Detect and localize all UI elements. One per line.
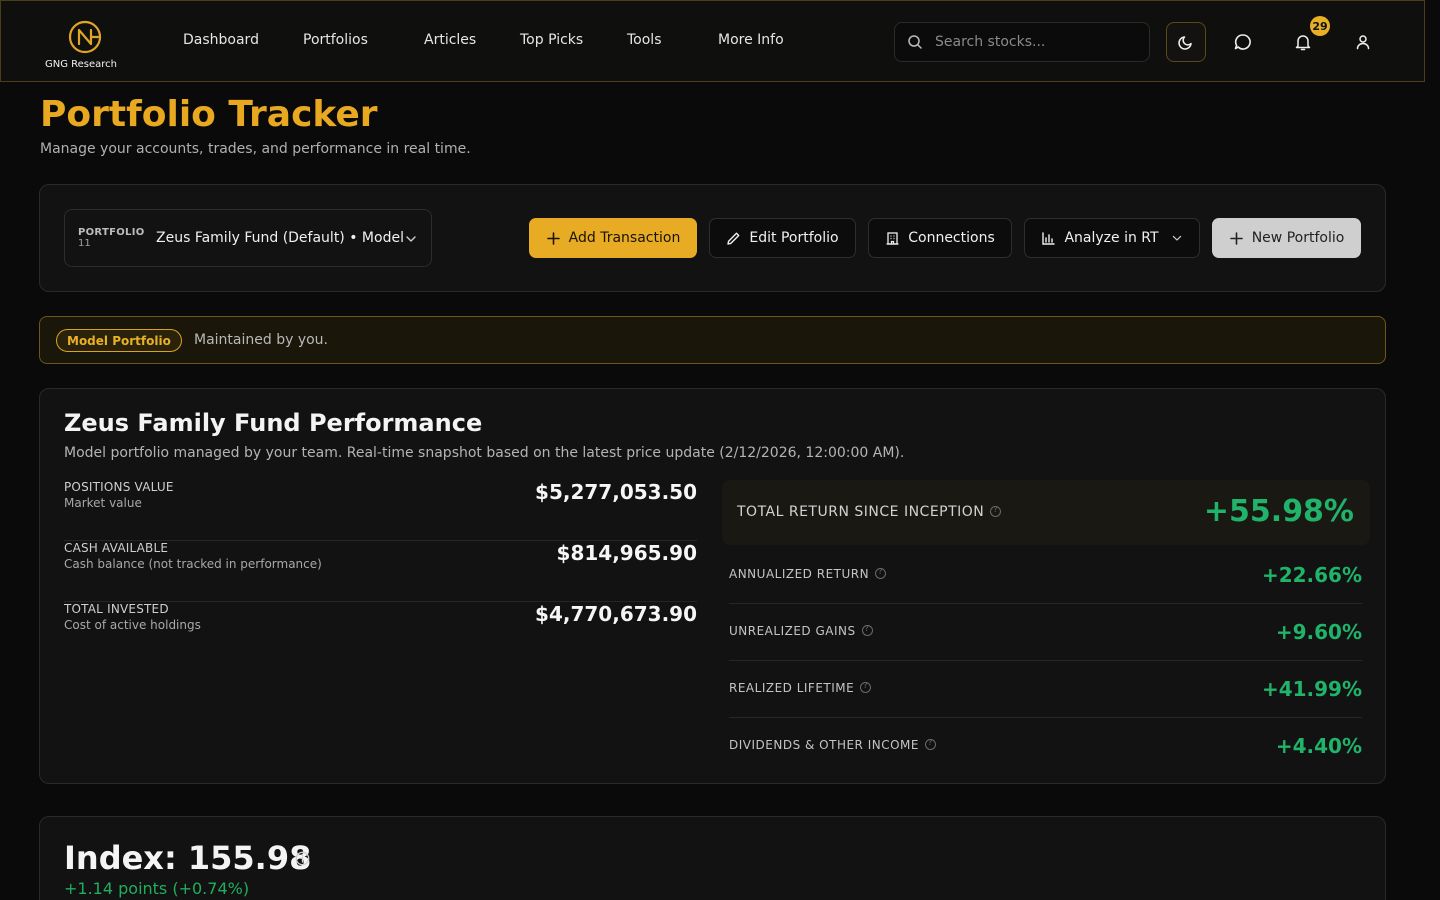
new-portfolio-label: New Portfolio <box>1251 230 1345 246</box>
return-row-realized: REALIZED LIFETIME +41.99% <box>729 661 1362 718</box>
index-change: +1.14 points (+0.74%) <box>64 879 250 898</box>
help-icon[interactable] <box>861 624 873 636</box>
stat-description: Cash balance (not tracked in performance… <box>64 557 322 571</box>
stat-positions-value: POSITIONS VALUE Market value $5,277,053.… <box>64 480 697 541</box>
stat-value: $5,277,053.50 <box>535 480 697 504</box>
help-icon[interactable] <box>990 505 1002 517</box>
return-row-annualized: ANNUALIZED RETURN +22.66% <box>729 547 1362 604</box>
stat-description: Cost of active holdings <box>64 618 201 632</box>
return-row-dividends: DIVIDENDS & OTHER INCOME +4.40% <box>729 718 1362 775</box>
index-card: Index: 155.98 +1.14 points (+0.74%) <box>39 816 1386 900</box>
portfolio-toolbar: PORTFOLIO 11 Zeus Family Fund (Default) … <box>39 184 1386 292</box>
brand-name: GNG Research <box>44 59 118 70</box>
messages-button[interactable] <box>1223 22 1263 62</box>
portfolio-selector[interactable]: PORTFOLIO 11 Zeus Family Fund (Default) … <box>64 209 432 267</box>
model-portfolio-badge: Model Portfolio <box>56 329 182 352</box>
help-icon[interactable] <box>924 738 936 750</box>
analyze-label: Analyze in RT <box>1064 230 1159 246</box>
gng-logo-icon <box>68 20 102 54</box>
help-icon[interactable] <box>860 681 872 693</box>
chat-icon <box>1234 34 1251 50</box>
moon-icon <box>1178 36 1192 50</box>
total-return-value: +55.98% <box>1203 494 1354 529</box>
return-label: ANNUALIZED RETURN <box>729 567 887 581</box>
selected-portfolio-name: Zeus Family Fund (Default) • Model <box>156 230 404 246</box>
chevron-down-icon <box>1172 235 1181 241</box>
nav-top-picks[interactable]: Top Picks <box>520 32 583 48</box>
bar-chart-icon <box>1042 231 1056 245</box>
notification-count-badge: 29 <box>1310 16 1330 36</box>
search-icon <box>908 35 922 49</box>
connections-button[interactable]: Connections <box>868 218 1012 258</box>
total-return-label: TOTAL RETURN SINCE INCEPTION <box>737 504 1002 520</box>
add-transaction-label: Add Transaction <box>568 230 681 246</box>
page-title: Portfolio Tracker <box>40 94 378 135</box>
return-value: +4.40% <box>1275 734 1362 758</box>
performance-subtitle: Model portfolio managed by your team. Re… <box>64 445 905 461</box>
plus-icon <box>1229 231 1243 245</box>
edit-portfolio-button[interactable]: Edit Portfolio <box>709 218 856 258</box>
add-transaction-button[interactable]: Add Transaction <box>529 218 697 258</box>
search-input[interactable] <box>935 34 1135 50</box>
nav-tools[interactable]: Tools <box>627 32 662 48</box>
help-icon[interactable] <box>875 567 887 579</box>
page-subtitle: Manage your accounts, trades, and perfor… <box>40 141 471 157</box>
top-navigation-bar: GNG Research Dashboard Portfolios Articl… <box>0 0 1425 82</box>
bell-icon <box>1295 35 1311 51</box>
stat-value: $4,770,673.90 <box>535 602 697 626</box>
theme-toggle-button[interactable] <box>1166 22 1206 62</box>
return-label: DIVIDENDS & OTHER INCOME <box>729 738 936 752</box>
pencil-icon <box>727 232 740 245</box>
index-title: Index: 155.98 <box>64 839 312 877</box>
nav-articles[interactable]: Articles <box>424 32 476 48</box>
return-row-unrealized: UNREALIZED GAINS +9.60% <box>729 604 1362 661</box>
nav-more-info[interactable]: More Info <box>718 32 784 48</box>
nav-dashboard[interactable]: Dashboard <box>183 32 259 48</box>
nav-portfolios[interactable]: Portfolios <box>303 32 368 48</box>
return-label: REALIZED LIFETIME <box>729 681 872 695</box>
building-icon <box>886 231 899 245</box>
chevron-down-icon <box>406 236 416 242</box>
performance-card: Zeus Family Fund Performance Model portf… <box>39 388 1386 784</box>
plus-icon <box>546 231 560 245</box>
stat-label: CASH AVAILABLE <box>64 541 169 555</box>
model-portfolio-banner: Model Portfolio Maintained by you. <box>39 316 1386 364</box>
info-icon[interactable] <box>295 851 310 866</box>
stat-description: Market value <box>64 496 142 510</box>
new-portfolio-button[interactable]: New Portfolio <box>1212 218 1361 258</box>
user-menu-button[interactable] <box>1343 22 1383 62</box>
return-value: +9.60% <box>1275 620 1362 644</box>
brand-logo[interactable]: GNG Research <box>45 17 121 70</box>
return-value: +41.99% <box>1261 677 1362 701</box>
connections-label: Connections <box>908 230 995 246</box>
return-value: +22.66% <box>1261 563 1362 587</box>
return-label: UNREALIZED GAINS <box>729 624 873 638</box>
portfolio-count: 11 <box>78 238 91 249</box>
analyze-dropdown-button[interactable]: Analyze in RT <box>1024 218 1200 258</box>
stat-label: TOTAL INVESTED <box>64 602 169 616</box>
edit-portfolio-label: Edit Portfolio <box>749 230 839 246</box>
portfolio-selector-label: PORTFOLIO <box>78 227 145 238</box>
stat-cash-available: CASH AVAILABLE Cash balance (not tracked… <box>64 541 697 602</box>
banner-text: Maintained by you. <box>194 332 328 348</box>
search-box[interactable] <box>894 22 1150 62</box>
user-icon <box>1356 35 1370 50</box>
total-return-box: TOTAL RETURN SINCE INCEPTION +55.98% <box>722 480 1370 545</box>
stat-label: POSITIONS VALUE <box>64 480 174 494</box>
stat-value: $814,965.90 <box>556 541 697 565</box>
performance-title: Zeus Family Fund Performance <box>64 409 483 437</box>
stat-total-invested: TOTAL INVESTED Cost of active holdings $… <box>64 602 697 663</box>
